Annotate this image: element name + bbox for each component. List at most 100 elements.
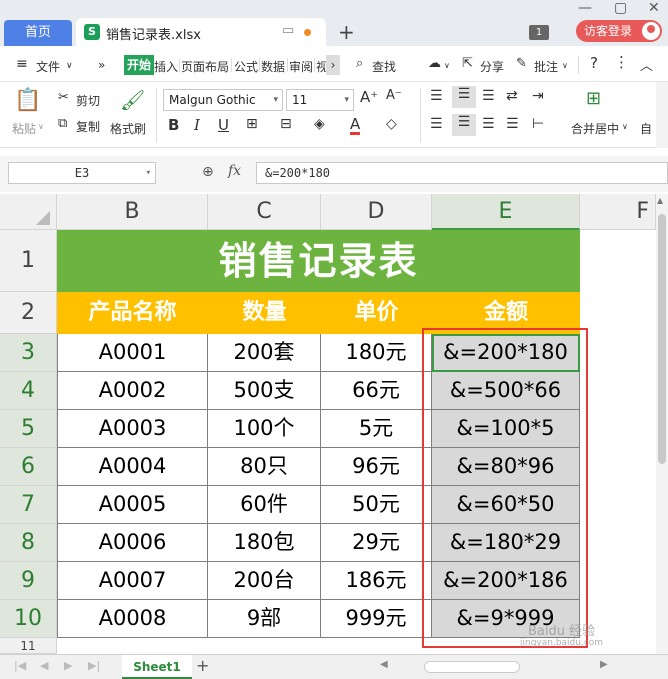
menu-file[interactable]: 文件 (36, 58, 60, 75)
copy-button[interactable]: 复制 (76, 118, 100, 135)
wrap-indent-icon[interactable]: ⇥ (532, 88, 544, 104)
menu-start[interactable]: 开始 (124, 55, 155, 75)
tab-file[interactable]: S 销售记录表.xlsx ▭ (76, 18, 326, 46)
merge-center-icon[interactable]: ⊞ (586, 88, 601, 109)
annotate-icon[interactable]: ✎ (516, 56, 527, 71)
row-header-10[interactable]: 10 (0, 600, 57, 638)
product-cell[interactable]: A0003 (57, 410, 208, 448)
add-sheet-icon[interactable]: + (196, 656, 209, 675)
share-icon[interactable]: ⇱ (462, 56, 473, 71)
header-product-name[interactable]: 产品名称 (57, 292, 208, 334)
scroll-left-icon[interactable]: ◀ (380, 659, 388, 670)
quantity-cell[interactable]: 100个 (208, 410, 321, 448)
cut-icon[interactable]: ✂ (58, 90, 69, 105)
column-header-c[interactable]: C (208, 194, 321, 230)
format-painter-button[interactable]: 格式刷 (110, 120, 146, 137)
scroll-up-icon[interactable]: ▲ (657, 196, 663, 205)
row-header-7[interactable]: 7 (0, 486, 57, 524)
fill-color-icon[interactable]: ◈ (314, 116, 325, 132)
window-count-badge[interactable]: 1 (529, 25, 549, 40)
row-header-9[interactable]: 9 (0, 562, 57, 600)
expand-double-arrow-icon[interactable]: » (98, 58, 105, 72)
product-cell[interactable]: A0007 (57, 562, 208, 600)
scroll-right-icon[interactable]: › (326, 55, 340, 75)
chevron-down-icon[interactable]: ∨ (66, 61, 73, 71)
column-header-f[interactable]: F (580, 194, 656, 230)
quantity-cell[interactable]: 180包 (208, 524, 321, 562)
help-icon[interactable]: ? (590, 54, 598, 72)
more-icon[interactable]: ⋮ (614, 53, 629, 71)
eraser-icon[interactable]: ◇ (386, 116, 397, 132)
cut-button[interactable]: 剪切 (76, 92, 100, 109)
search-icon[interactable]: ⌕ (356, 56, 363, 71)
header-quantity[interactable]: 数量 (208, 292, 321, 334)
row-header-11[interactable]: 11 (0, 638, 57, 654)
unit-price-cell[interactable]: 50元 (321, 486, 432, 524)
text-direction-icon[interactable]: ⇄ (506, 88, 518, 104)
product-cell[interactable]: A0004 (57, 448, 208, 486)
underline-icon[interactable]: U (218, 116, 229, 134)
quantity-cell[interactable]: 60件 (208, 486, 321, 524)
column-header-d[interactable]: D (321, 194, 432, 230)
menu-data[interactable]: 数据 (261, 58, 285, 75)
align-top-icon[interactable]: ☰ (430, 88, 443, 104)
zoom-search-icon[interactable]: ⊕ (202, 164, 214, 180)
scroll-right-icon[interactable]: ▶ (600, 659, 608, 670)
sheet-tab-sheet1[interactable]: Sheet1 (122, 655, 192, 679)
align-right-icon[interactable]: ☰ (482, 116, 495, 132)
unit-price-cell[interactable]: 999元 (321, 600, 432, 638)
new-tab-button[interactable]: + (338, 20, 355, 44)
name-box[interactable]: E3 ▾ (8, 162, 156, 184)
next-sheet-icon[interactable]: ▶ (64, 659, 72, 672)
row-header-4[interactable]: 4 (0, 372, 57, 410)
visitor-login-button[interactable]: 访客登录 (576, 20, 662, 42)
minimize-icon[interactable]: — (578, 0, 592, 16)
copy-icon[interactable]: ⧉ (58, 116, 67, 131)
distribute-icon[interactable]: ⊢ (532, 116, 544, 132)
vertical-scroll-thumb[interactable] (658, 214, 666, 464)
merge-icon[interactable]: ⊟ (280, 116, 292, 132)
chevron-down-icon[interactable]: ∨ (562, 61, 568, 70)
menu-search[interactable]: 查找 (372, 58, 396, 75)
row-header-1[interactable]: 1 (0, 230, 57, 292)
hamburger-icon[interactable]: ≡ (16, 56, 28, 72)
quantity-cell[interactable]: 200台 (208, 562, 321, 600)
unit-price-cell[interactable]: 66元 (321, 372, 432, 410)
column-header-b[interactable]: B (57, 194, 208, 230)
product-cell[interactable]: A0008 (57, 600, 208, 638)
column-header-e[interactable]: E (432, 194, 580, 230)
empty-column-f[interactable] (580, 230, 656, 654)
decrease-font-icon[interactable]: A⁻ (386, 88, 402, 103)
row-header-2[interactable]: 2 (0, 292, 57, 334)
sheet-title[interactable]: 销售记录表 (57, 230, 580, 292)
align-center-icon[interactable]: ☰ (452, 114, 476, 136)
unit-price-cell[interactable]: 5元 (321, 410, 432, 448)
quantity-cell[interactable]: 200套 (208, 334, 321, 372)
align-middle-icon[interactable]: ☰ (452, 86, 476, 108)
italic-icon[interactable]: I (194, 116, 200, 134)
select-all-corner[interactable] (0, 194, 57, 230)
monitor-icon[interactable]: ▭ (282, 23, 294, 38)
product-cell[interactable]: A0005 (57, 486, 208, 524)
menu-annotate[interactable]: 批注 (534, 58, 558, 75)
collapse-ribbon-icon[interactable]: ︿ (640, 55, 653, 74)
horizontal-scroll-thumb[interactable] (424, 661, 520, 673)
header-unit-price[interactable]: 单价 (321, 292, 432, 334)
font-name-select[interactable]: Malgun Gothic ▾ (163, 89, 283, 111)
quantity-cell[interactable]: 500支 (208, 372, 321, 410)
bold-icon[interactable]: B (168, 116, 179, 134)
justify-icon[interactable]: ☰ (506, 116, 519, 132)
quantity-cell[interactable]: 9部 (208, 600, 321, 638)
border-icon[interactable]: ⊞ (246, 116, 258, 132)
chevron-down-icon[interactable]: ∨ (444, 61, 450, 70)
menu-share[interactable]: 分享 (480, 58, 504, 75)
product-cell[interactable]: A0002 (57, 372, 208, 410)
quantity-cell[interactable]: 80只 (208, 448, 321, 486)
vertical-scrollbar[interactable]: ▲ (656, 194, 668, 654)
align-left-icon[interactable]: ☰ (430, 116, 443, 132)
format-painter-icon[interactable]: 🖌 (120, 88, 145, 112)
row-header-6[interactable]: 6 (0, 448, 57, 486)
maximize-icon[interactable]: ▢ (614, 0, 627, 16)
prev-sheet-icon[interactable]: ◀ (40, 659, 48, 672)
fx-icon[interactable]: fx (228, 163, 241, 179)
